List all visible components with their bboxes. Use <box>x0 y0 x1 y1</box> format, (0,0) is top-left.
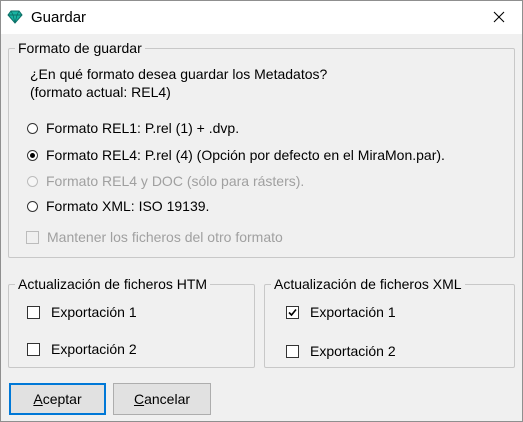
checkbox-box[interactable] <box>286 305 299 319</box>
save-dialog: Guardar Formato de guardar ¿En qué forma… <box>0 0 523 422</box>
checkbox-label: Exportación 1 <box>51 304 137 320</box>
checkbox-box[interactable] <box>27 305 40 319</box>
checkbox-label: Exportación 2 <box>51 341 137 357</box>
accept-button[interactable]: Aceptar <box>9 383 106 415</box>
cancel-mnemonic: C <box>133 391 145 407</box>
xml-update-legend: Actualización de ficheros XML <box>271 275 465 293</box>
accept-mnemonic: A <box>33 391 43 407</box>
current-format-note: (formato actual: REL4) <box>30 84 171 100</box>
radio-label: Formato REL4: P.rel (4) (Opción por defe… <box>46 147 445 163</box>
diamond-icon <box>7 10 23 24</box>
radio-label: Formato REL1: P.rel (1) + .dvp. <box>46 120 240 136</box>
radio-indicator <box>27 175 38 187</box>
cancel-button[interactable]: Cancelar <box>113 383 211 415</box>
htm-export-1-checkbox[interactable]: Exportación 1 <box>27 303 137 321</box>
save-format-legend: Formato de guardar <box>15 39 145 57</box>
checkbox-label: Exportación 1 <box>310 304 396 320</box>
radio-indicator[interactable] <box>27 122 38 134</box>
checkbox-box <box>26 230 39 244</box>
checkbox-box[interactable] <box>27 342 40 356</box>
radio-format-rel1[interactable]: Formato REL1: P.rel (1) + .dvp. <box>27 119 239 137</box>
radio-format-rel4-doc: Formato REL4 y DOC (sólo para rásters). <box>27 172 304 190</box>
radio-indicator[interactable] <box>27 200 38 212</box>
xml-export-2-checkbox[interactable]: Exportación 2 <box>286 342 396 360</box>
htm-export-2-checkbox[interactable]: Exportación 2 <box>27 340 137 358</box>
accept-label-rest: ceptar <box>42 391 82 407</box>
xml-export-1-checkbox[interactable]: Exportación 1 <box>286 303 396 321</box>
close-button[interactable] <box>476 1 522 34</box>
radio-indicator[interactable] <box>27 149 38 161</box>
checkbox-label: Mantener los ficheros del otro formato <box>47 229 283 245</box>
keep-other-format-checkbox: Mantener los ficheros del otro formato <box>26 228 283 246</box>
checkbox-label: Exportación 2 <box>310 343 396 359</box>
window-title: Guardar <box>31 9 87 26</box>
check-icon <box>288 308 297 316</box>
radio-label: Formato REL4 y DOC (sólo para rásters). <box>46 173 305 189</box>
close-icon <box>493 10 505 26</box>
htm-update-legend: Actualización de ficheros HTM <box>15 275 211 293</box>
title-bar[interactable]: Guardar <box>1 1 522 34</box>
cancel-label-rest: ancelar <box>144 391 191 407</box>
format-question: ¿En qué formato desea guardar los Metada… <box>30 66 328 82</box>
radio-format-xml[interactable]: Formato XML: ISO 19139. <box>27 197 209 215</box>
checkbox-box[interactable] <box>286 344 299 358</box>
radio-label: Formato XML: ISO 19139. <box>46 198 210 214</box>
radio-format-rel4[interactable]: Formato REL4: P.rel (4) (Opción por defe… <box>27 146 445 164</box>
